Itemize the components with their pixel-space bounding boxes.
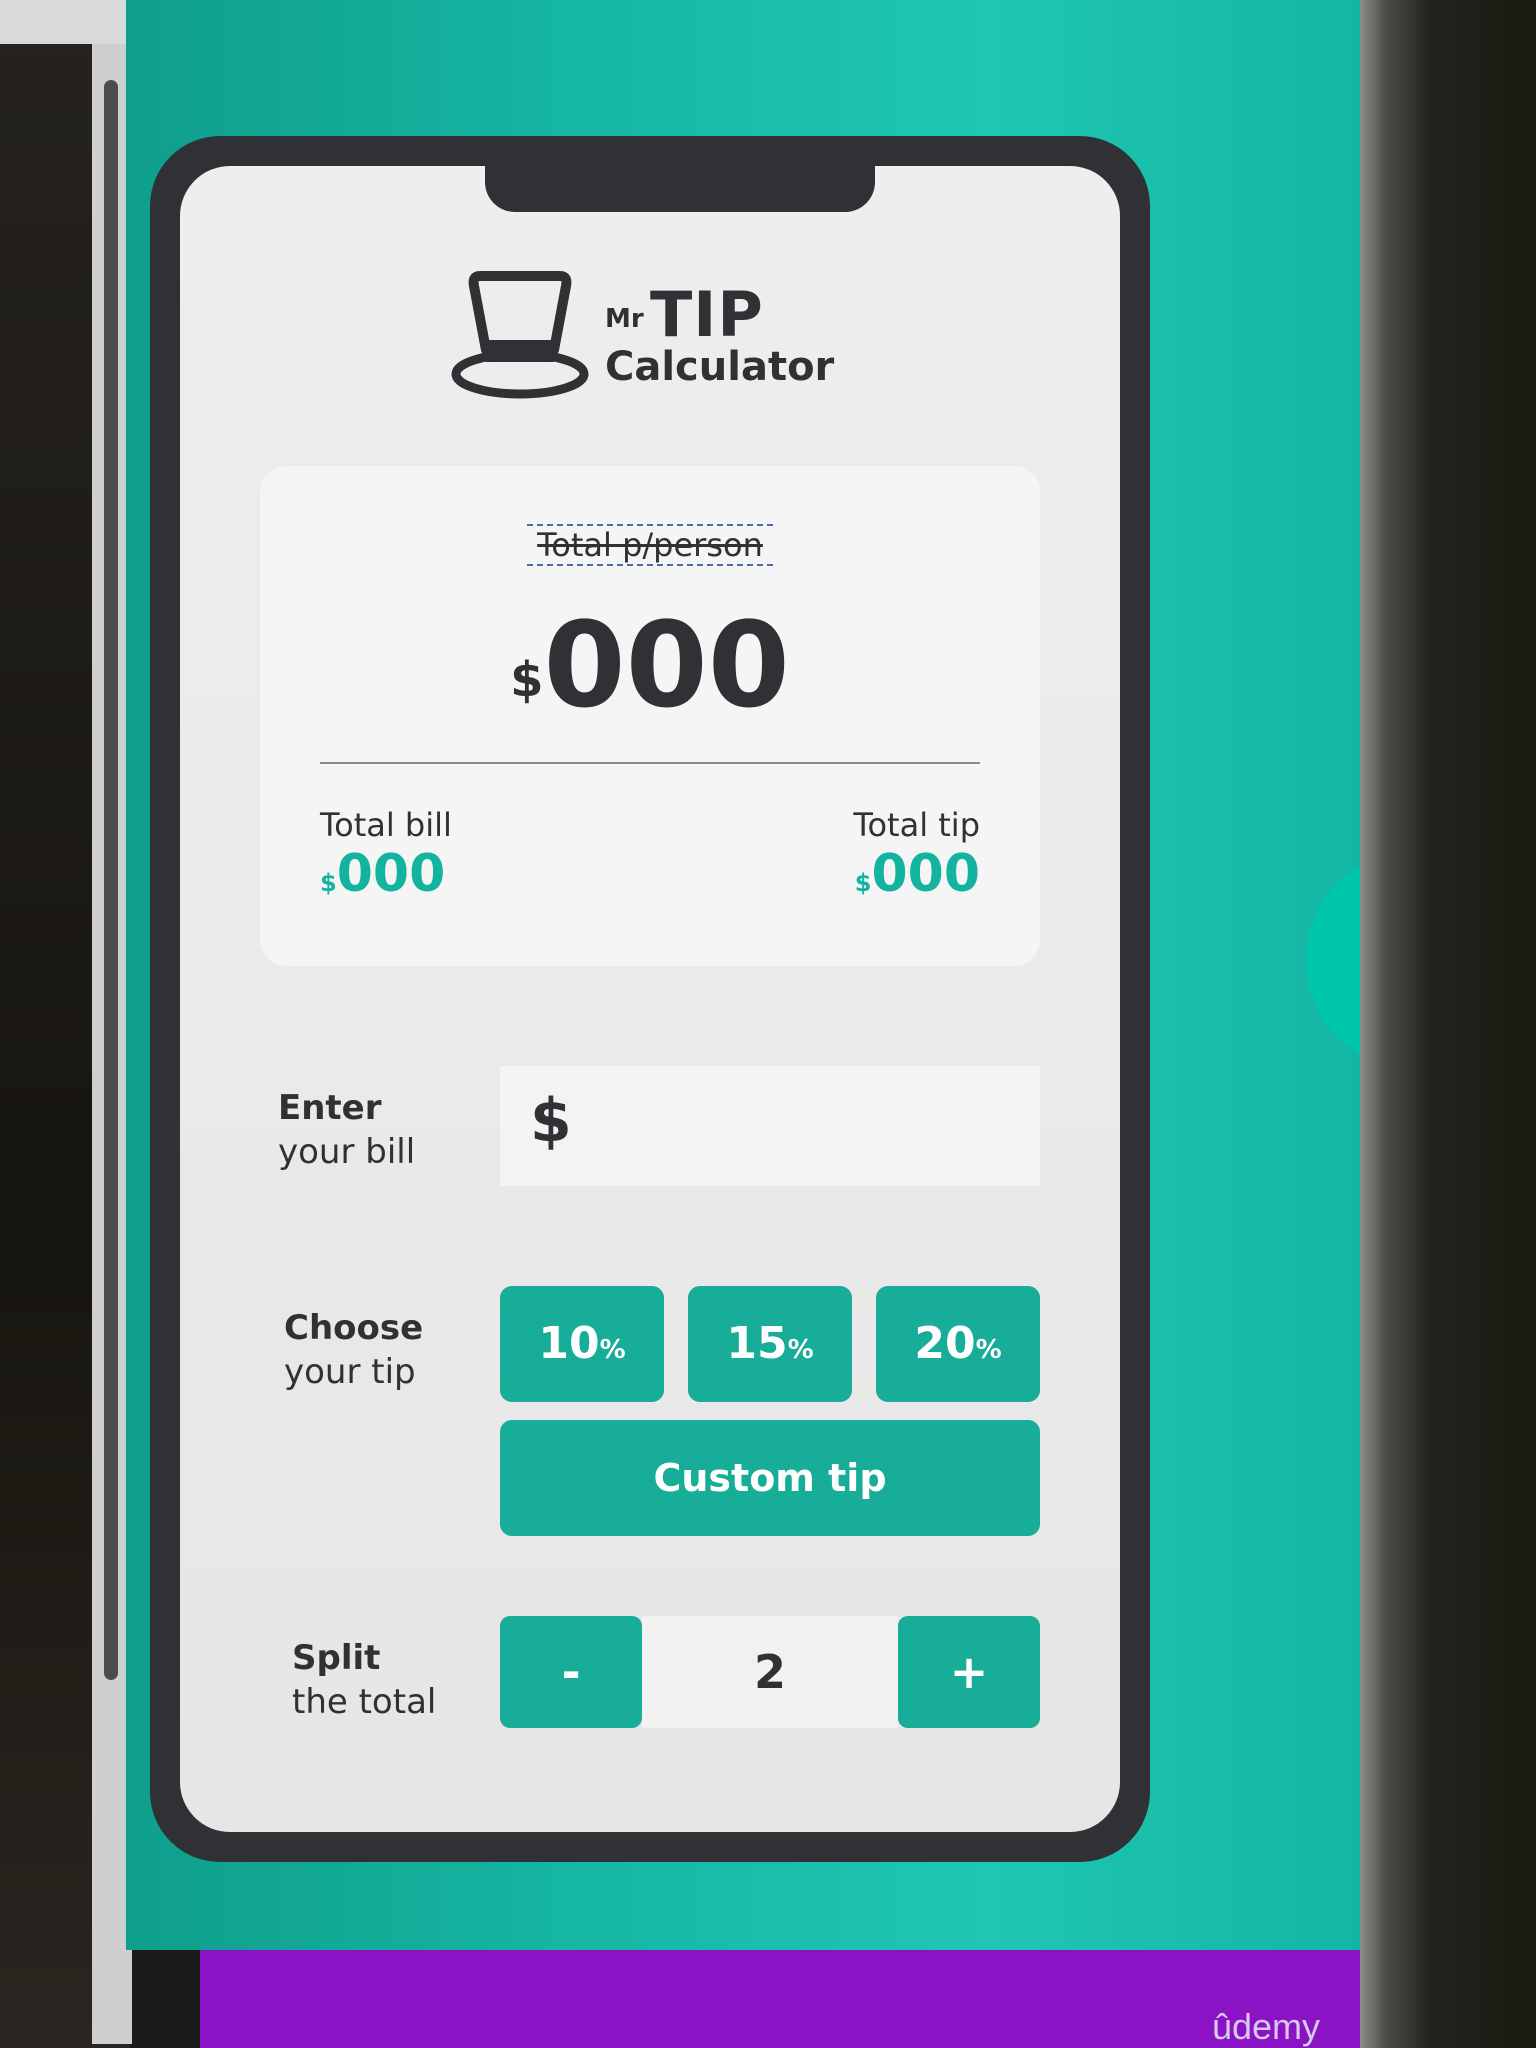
phone-notch xyxy=(485,166,875,212)
tip-15-unit: % xyxy=(787,1335,814,1365)
logo-title: TIP xyxy=(650,278,764,351)
summary-card: Total p/person $000 Total bill Total tip… xyxy=(260,466,1040,966)
tip-15-button[interactable]: 15% xyxy=(688,1286,852,1402)
tip-20-button[interactable]: 20% xyxy=(876,1286,1040,1402)
phone-mockup: Mr TIP Calculator Total p/person $000 To… xyxy=(150,136,1150,1862)
bill-label: Enter your bill xyxy=(278,1086,415,1174)
app-logo: Mr TIP Calculator xyxy=(450,266,870,406)
total-bill-currency: $ xyxy=(320,869,337,897)
total-tip-currency: $ xyxy=(854,869,872,897)
bill-label-rest: your bill xyxy=(278,1132,416,1172)
bill-currency-symbol: $ xyxy=(530,1086,572,1156)
right-desktop-edge xyxy=(1360,0,1536,2048)
total-bill-value: 000 xyxy=(336,844,446,904)
per-person-amount: $000 xyxy=(260,596,1040,734)
tip-20-unit: % xyxy=(975,1335,1002,1365)
split-decrement-button[interactable]: - xyxy=(500,1616,642,1728)
split-label: Split the total xyxy=(292,1636,436,1724)
bill-input[interactable]: $ xyxy=(500,1066,1040,1186)
tip-10-button[interactable]: 10% xyxy=(500,1286,664,1402)
total-bill-amount: $000 xyxy=(320,844,445,904)
left-window-strip xyxy=(0,0,130,44)
phone-screen: Mr TIP Calculator Total p/person $000 To… xyxy=(180,166,1120,1832)
split-label-rest: the total xyxy=(292,1682,437,1722)
logo-subtitle: Calculator xyxy=(605,344,835,390)
per-person-label[interactable]: Total p/person xyxy=(527,524,773,566)
total-tip-amount: $000 xyxy=(855,844,980,904)
total-tip-value: 000 xyxy=(871,844,980,904)
scrollbar[interactable] xyxy=(104,80,118,1680)
split-count: 2 xyxy=(642,1616,898,1728)
summary-divider xyxy=(320,762,980,764)
tip-10-unit: % xyxy=(599,1335,626,1365)
footer-bar: ûdemy xyxy=(200,1950,1360,2048)
tip-label-bold: Choose xyxy=(284,1308,424,1348)
tip-label: Choose your tip xyxy=(284,1306,423,1394)
split-label-bold: Split xyxy=(292,1638,381,1678)
tip-10-value: 10 xyxy=(538,1318,600,1369)
per-person-currency: $ xyxy=(510,652,544,708)
brand-logo: ûdemy xyxy=(1211,2006,1320,2047)
per-person-label-wrap[interactable]: Total p/person xyxy=(260,524,1040,566)
total-bill-label: Total bill xyxy=(320,806,452,844)
per-person-value: 000 xyxy=(543,596,790,734)
custom-tip-button[interactable]: Custom tip xyxy=(500,1420,1040,1536)
bill-label-bold: Enter xyxy=(278,1088,382,1128)
tip-20-value: 20 xyxy=(914,1318,976,1369)
split-increment-button[interactable]: + xyxy=(898,1616,1040,1728)
tip-15-value: 15 xyxy=(726,1318,788,1369)
logo-prefix: Mr xyxy=(605,304,644,334)
top-hat-icon xyxy=(451,271,589,399)
total-tip-label: Total tip xyxy=(853,806,980,844)
tip-label-rest: your tip xyxy=(284,1352,416,1392)
